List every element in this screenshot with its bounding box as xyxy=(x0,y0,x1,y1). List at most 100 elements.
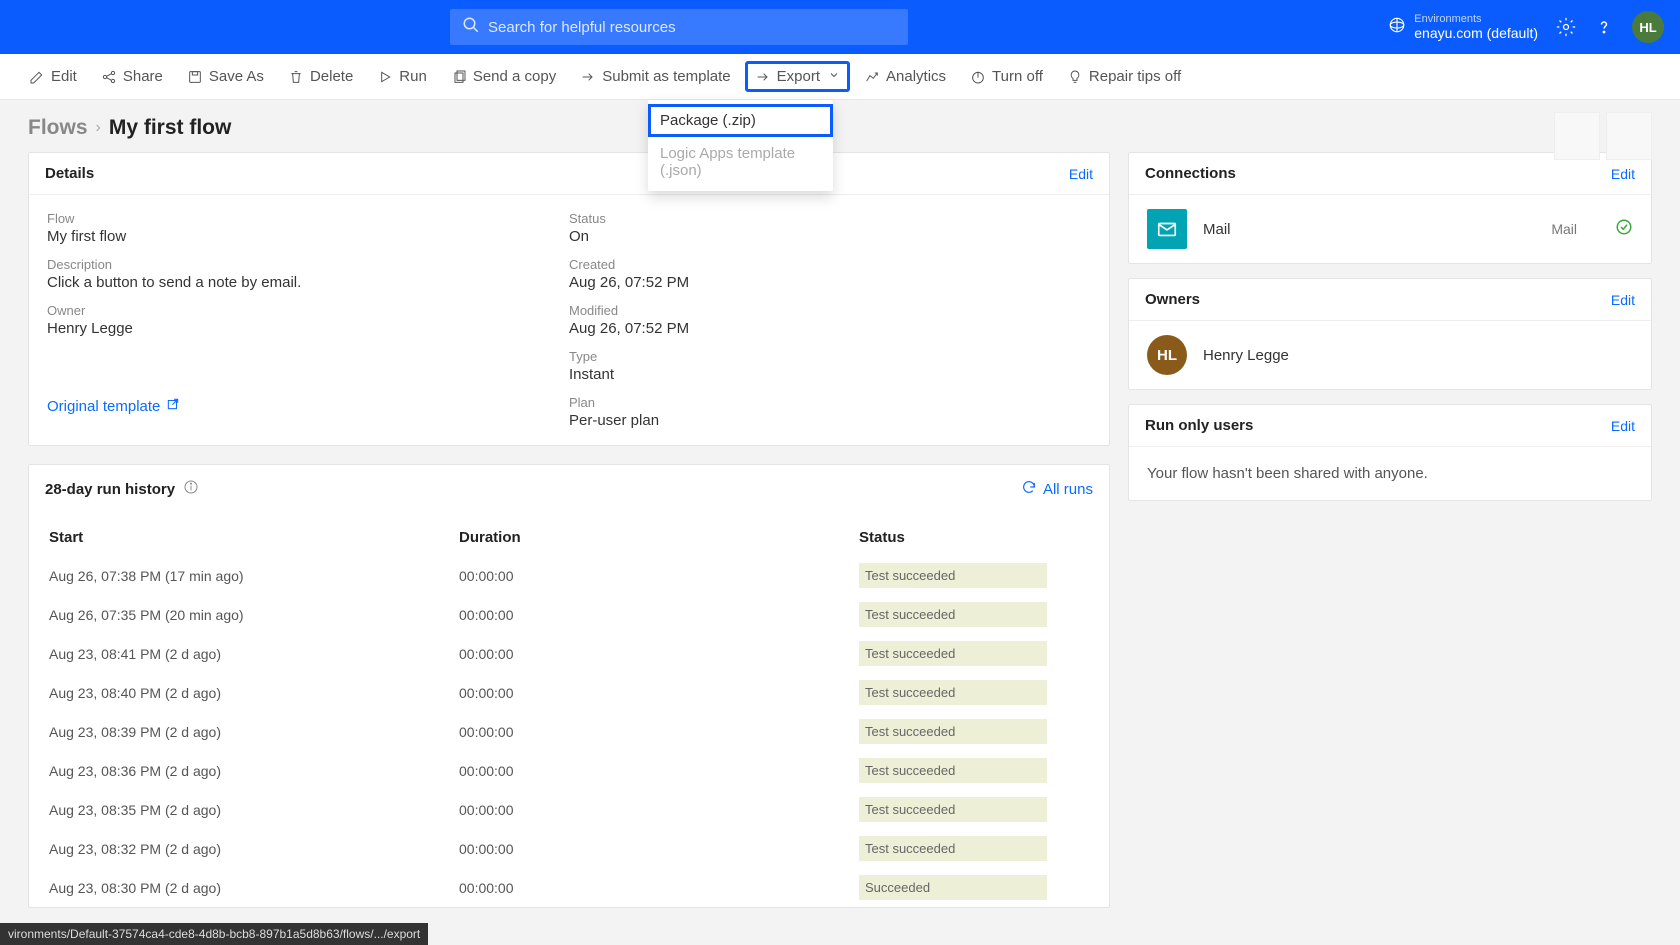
modified-label: Modified xyxy=(569,303,1091,318)
repair-tips-button[interactable]: Repair tips off xyxy=(1058,62,1190,91)
run-history-row[interactable]: Aug 23, 08:30 PM (2 d ago)00:00:00Succee… xyxy=(29,868,1109,907)
run-history-table: Start Duration Status Aug 26, 07:38 PM (… xyxy=(29,513,1109,907)
send-copy-button[interactable]: Send a copy xyxy=(442,62,565,91)
app-header: Environments enayu.com (default) HL xyxy=(0,0,1680,54)
run-status: Succeeded xyxy=(859,875,1089,900)
status-value: On xyxy=(569,228,1091,245)
help-button[interactable] xyxy=(1594,17,1614,37)
owner-label: Owner xyxy=(47,303,569,318)
details-panel: Details Edit Flow My first flow Descript… xyxy=(28,152,1110,446)
run-start: Aug 26, 07:38 PM (17 min ago) xyxy=(49,568,459,584)
connection-name: Mail xyxy=(1203,221,1535,238)
connection-type: Mail xyxy=(1551,221,1577,237)
search-input[interactable] xyxy=(488,19,896,36)
run-status: Test succeeded xyxy=(859,836,1089,861)
chevron-down-icon xyxy=(826,68,840,85)
browser-status-bar: vironments/Default-37574ca4-cde8-4d8b-bc… xyxy=(0,923,428,945)
delete-button[interactable]: Delete xyxy=(279,62,362,91)
run-only-title: Run only users xyxy=(1145,417,1253,434)
edit-button[interactable]: Edit xyxy=(20,62,86,91)
run-duration: 00:00:00 xyxy=(459,802,859,818)
run-history-row[interactable]: Aug 23, 08:36 PM (2 d ago)00:00:00Test s… xyxy=(29,751,1109,790)
share-button[interactable]: Share xyxy=(92,62,172,91)
run-history-row[interactable]: Aug 26, 07:35 PM (20 min ago)00:00:00Tes… xyxy=(29,595,1109,634)
created-value: Aug 26, 07:52 PM xyxy=(569,274,1091,291)
turn-off-button[interactable]: Turn off xyxy=(961,62,1052,91)
flow-value: My first flow xyxy=(47,228,569,245)
run-duration: 00:00:00 xyxy=(459,724,859,740)
modified-value: Aug 26, 07:52 PM xyxy=(569,320,1091,337)
run-status: Test succeeded xyxy=(859,680,1089,705)
type-value: Instant xyxy=(569,366,1091,383)
all-runs-link[interactable]: All runs xyxy=(1021,479,1093,499)
export-package-zip[interactable]: Package (.zip) xyxy=(648,104,833,137)
status-label: Status xyxy=(569,211,1091,226)
owner-item[interactable]: HL Henry Legge xyxy=(1129,321,1651,389)
breadcrumb-root[interactable]: Flows xyxy=(28,116,88,140)
run-duration: 00:00:00 xyxy=(459,607,859,623)
page-title: My first flow xyxy=(109,116,232,140)
owners-panel: Owners Edit HL Henry Legge xyxy=(1128,278,1652,390)
run-status: Test succeeded xyxy=(859,563,1089,588)
save-as-button[interactable]: Save As xyxy=(178,62,273,91)
action-placeholders xyxy=(1554,112,1652,160)
run-duration: 00:00:00 xyxy=(459,685,859,701)
run-duration: 00:00:00 xyxy=(459,568,859,584)
owner-avatar: HL xyxy=(1147,335,1187,375)
settings-button[interactable] xyxy=(1556,17,1576,37)
connection-item[interactable]: Mail Mail xyxy=(1129,195,1651,263)
run-start: Aug 23, 08:32 PM (2 d ago) xyxy=(49,841,459,857)
run-history-row[interactable]: Aug 23, 08:39 PM (2 d ago)00:00:00Test s… xyxy=(29,712,1109,751)
chevron-right-icon: › xyxy=(96,119,101,137)
mail-icon xyxy=(1147,209,1187,249)
description-value: Click a button to send a note by email. xyxy=(47,274,569,291)
run-duration: 00:00:00 xyxy=(459,763,859,779)
run-start: Aug 23, 08:39 PM (2 d ago) xyxy=(49,724,459,740)
run-start: Aug 23, 08:35 PM (2 d ago) xyxy=(49,802,459,818)
run-only-body: Your flow hasn't been shared with anyone… xyxy=(1129,447,1651,500)
submit-template-button[interactable]: Submit as template xyxy=(571,62,739,91)
user-avatar[interactable]: HL xyxy=(1632,11,1664,43)
environment-picker[interactable]: Environments enayu.com (default) xyxy=(1388,13,1538,41)
global-search[interactable] xyxy=(450,9,908,45)
environment-value: enayu.com (default) xyxy=(1414,25,1538,41)
search-icon xyxy=(462,16,488,39)
analytics-button[interactable]: Analytics xyxy=(855,62,955,91)
run-start: Aug 26, 07:35 PM (20 min ago) xyxy=(49,607,459,623)
col-duration-header[interactable]: Duration xyxy=(459,529,859,546)
run-button[interactable]: Run xyxy=(368,62,436,91)
col-status-header[interactable]: Status xyxy=(859,529,1089,546)
run-only-edit-link[interactable]: Edit xyxy=(1611,418,1635,434)
run-status: Test succeeded xyxy=(859,758,1089,783)
check-icon xyxy=(1615,218,1633,241)
environment-icon xyxy=(1388,16,1406,39)
export-button[interactable]: Export xyxy=(746,62,849,91)
plan-label: Plan xyxy=(569,395,1091,410)
col-start-header[interactable]: Start xyxy=(49,529,459,546)
run-duration: 00:00:00 xyxy=(459,646,859,662)
run-start: Aug 23, 08:41 PM (2 d ago) xyxy=(49,646,459,662)
run-history-row[interactable]: Aug 23, 08:32 PM (2 d ago)00:00:00Test s… xyxy=(29,829,1109,868)
details-edit-link[interactable]: Edit xyxy=(1069,166,1093,182)
external-link-icon xyxy=(166,397,180,415)
original-template-link[interactable]: Original template xyxy=(47,397,569,415)
owner-name: Henry Legge xyxy=(1203,347,1289,364)
environment-label: Environments xyxy=(1414,13,1538,25)
command-toolbar: Edit Share Save As Delete Run Send a cop… xyxy=(0,54,1680,100)
run-duration: 00:00:00 xyxy=(459,880,859,896)
run-start: Aug 23, 08:30 PM (2 d ago) xyxy=(49,880,459,896)
export-logic-apps-json[interactable]: Logic Apps template (.json) xyxy=(648,137,833,187)
connections-edit-link[interactable]: Edit xyxy=(1611,166,1635,182)
export-dropdown: Package (.zip) Logic Apps template (.jso… xyxy=(648,100,833,191)
run-start: Aug 23, 08:40 PM (2 d ago) xyxy=(49,685,459,701)
details-title: Details xyxy=(45,165,94,182)
owners-title: Owners xyxy=(1145,291,1200,308)
run-history-row[interactable]: Aug 26, 07:38 PM (17 min ago)00:00:00Tes… xyxy=(29,556,1109,595)
owners-edit-link[interactable]: Edit xyxy=(1611,292,1635,308)
run-history-row[interactable]: Aug 23, 08:40 PM (2 d ago)00:00:00Test s… xyxy=(29,673,1109,712)
info-icon[interactable] xyxy=(183,479,199,499)
connections-panel: Connections Edit Mail Mail xyxy=(1128,152,1652,264)
plan-value: Per-user plan xyxy=(569,412,1091,429)
run-history-row[interactable]: Aug 23, 08:41 PM (2 d ago)00:00:00Test s… xyxy=(29,634,1109,673)
run-history-row[interactable]: Aug 23, 08:35 PM (2 d ago)00:00:00Test s… xyxy=(29,790,1109,829)
